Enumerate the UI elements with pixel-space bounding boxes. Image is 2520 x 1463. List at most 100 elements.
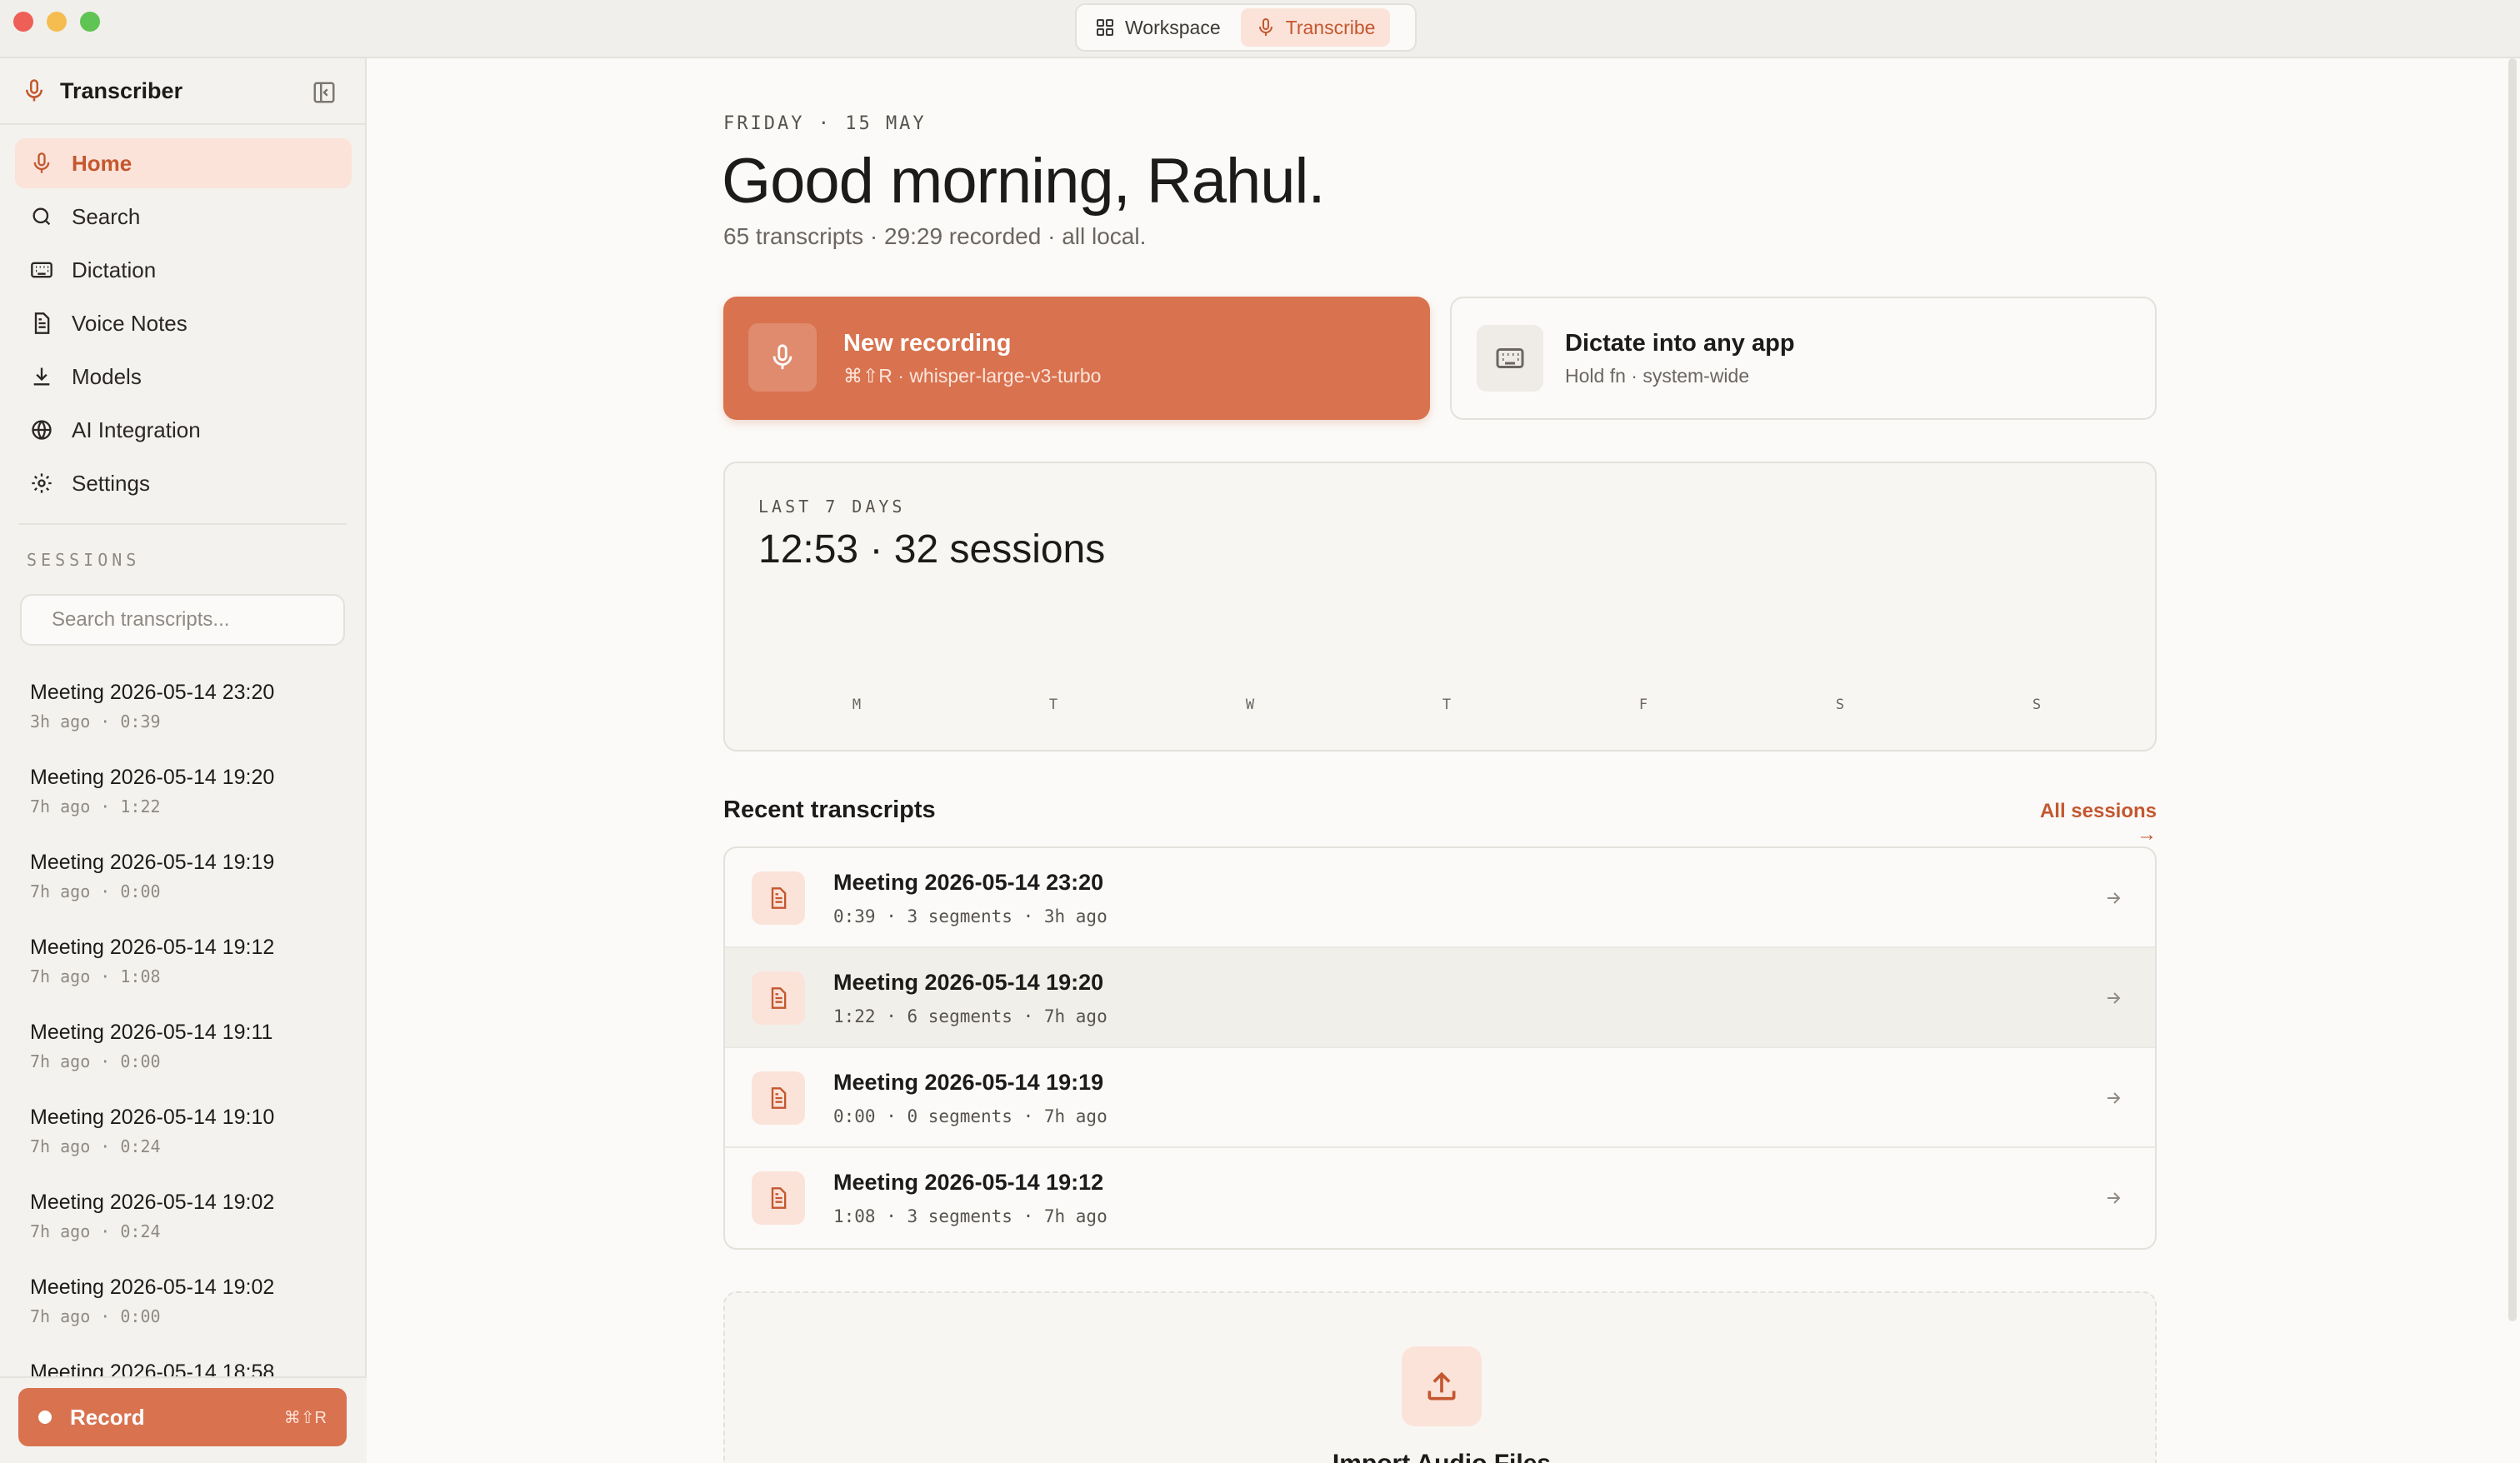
record-button[interactable]: Record ⌘⇧R [18,1388,347,1446]
sidebar-item-home[interactable]: Home [15,138,352,188]
keyboard-icon [31,262,52,278]
row-title: Meeting 2026-05-14 19:20 [833,970,1104,995]
session-meta: 7h ago · 0:24 [30,1221,161,1241]
day-column: W [1233,588,1267,713]
session-title: Meeting 2026-05-14 19:12 [30,936,275,959]
session-search-input[interactable] [20,594,345,646]
sidebar-item-label: Home [72,150,132,176]
day-column: S [1823,588,1857,713]
import-title: Import Audio Files [725,1450,2158,1463]
session-meta: 7h ago · 1:22 [30,796,161,816]
stats-summary: 65 transcripts · 29:29 recorded · all lo… [723,223,1147,249]
import-icon-box [1402,1346,1482,1426]
close-window-button[interactable] [13,12,33,32]
session-item[interactable]: Meeting 2026-05-14 23:20 3h ago · 0:39 [30,678,355,763]
session-title: Meeting 2026-05-14 19:11 [30,1021,273,1044]
tab-workspace-label: Workspace [1125,16,1221,38]
minimize-window-button[interactable] [47,12,67,32]
download-icon [33,367,50,386]
session-item[interactable]: Meeting 2026-05-14 19:11 7h ago · 0:00 [30,1018,355,1103]
sidebar-item-label: Search [72,203,141,229]
session-title: Meeting 2026-05-14 19:20 [30,766,275,789]
session-title: Meeting 2026-05-14 19:10 [30,1106,275,1129]
dictate-button[interactable]: Dictate into any app Hold fn · system-wi… [1450,297,2157,420]
date-label: FRIDAY · 15 MAY [723,113,927,134]
zoom-window-button[interactable] [80,12,100,32]
session-meta: 7h ago · 0:00 [30,1306,161,1326]
session-list: Meeting 2026-05-14 23:20 3h ago · 0:39 M… [30,678,355,1436]
sidebar-item-dictation[interactable]: Dictation [15,245,352,295]
weekly-activity-card: LAST 7 DAYS 12:53 · 32 sessions M T W T … [723,462,2157,751]
arrow-right-icon [2108,1192,2121,1204]
session-title: Meeting 2026-05-14 19:02 [30,1276,275,1299]
row-title: Meeting 2026-05-14 23:20 [833,870,1104,895]
tab-transcribe[interactable]: Transcribe [1240,8,1391,47]
session-item[interactable]: Meeting 2026-05-14 19:12 7h ago · 1:08 [30,933,355,1018]
document-icon [771,1087,787,1109]
session-item[interactable]: Meeting 2026-05-14 19:02 7h ago · 0:24 [30,1188,355,1273]
session-title: Meeting 2026-05-14 19:19 [30,851,275,874]
document-icon [771,887,787,909]
day-column: S [2020,588,2053,713]
sidebar-item-label: Models [72,363,142,389]
row-icon-box [752,971,805,1025]
row-icon-box [752,1071,805,1125]
tab-workspace[interactable]: Workspace [1080,8,1236,47]
recent-transcript-row[interactable]: Meeting 2026-05-14 19:20 1:22 · 6 segmen… [725,948,2155,1048]
import-audio-dropzone[interactable]: Import Audio Files [723,1291,2157,1463]
session-item[interactable]: Meeting 2026-05-14 19:20 7h ago · 1:22 [30,763,355,848]
new-recording-icon-box [748,323,817,392]
session-item[interactable]: Meeting 2026-05-14 19:10 7h ago · 0:24 [30,1103,355,1188]
main-scrollbar[interactable] [2508,58,2517,1321]
title-bar: Workspace Transcribe [0,0,2520,58]
session-meta: 7h ago · 0:00 [30,1051,161,1071]
session-title: Meeting 2026-05-14 23:20 [30,681,275,704]
mic-icon [772,344,792,370]
session-item[interactable]: Meeting 2026-05-14 19:19 7h ago · 0:00 [30,848,355,933]
app-window: Workspace Transcribe Transcriber Home Se… [0,0,2520,1463]
row-title: Meeting 2026-05-14 19:19 [833,1070,1104,1095]
sidebar-item-label: Voice Notes [72,310,188,336]
recent-transcripts-list: Meeting 2026-05-14 23:20 0:39 · 3 segmen… [723,846,2157,1250]
sidebar-item-search[interactable]: Search [15,192,352,242]
page-title: Good morning, Rahul. [722,146,1326,217]
all-sessions-link[interactable]: All sessions → [2023,800,2157,846]
record-shortcut: ⌘⇧R [283,1408,327,1427]
recent-transcript-row[interactable]: Meeting 2026-05-14 23:20 0:39 · 3 segmen… [725,848,2155,948]
dictate-icon-box [1477,325,1543,392]
sidebar-item-settings[interactable]: Settings [15,458,352,508]
sidebar-item-models[interactable]: Models [15,352,352,402]
grid-icon [1097,19,1113,36]
sidebar-item-voice-notes[interactable]: Voice Notes [15,298,352,348]
document-icon [34,312,50,334]
new-recording-title: New recording [843,330,1012,357]
sidebar-header: Transcriber [0,58,367,125]
day-label: S [1835,697,1845,713]
sidebar-footer: Record ⌘⇧R [0,1376,367,1463]
day-label: F [1638,697,1648,713]
sidebar-item-label: Dictation [72,257,157,282]
globe-icon [32,420,52,440]
mic-icon [26,79,42,102]
main-content: FRIDAY · 15 MAY Good morning, Rahul. 65 … [368,58,2520,1463]
recent-transcript-row[interactable]: Meeting 2026-05-14 19:12 1:08 · 3 segmen… [725,1148,2155,1248]
arrow-right-icon [2108,892,2121,904]
sidebar-item-ai-integration[interactable]: AI Integration [15,405,352,455]
day-label: T [1442,697,1452,713]
sidebar-toggle-icon[interactable] [312,80,337,105]
app-title: Transcriber [60,78,183,103]
arrow-right-icon [2108,1092,2121,1104]
day-column: T [1037,588,1070,713]
sidebar-nav: Home Search Dictation Voice Notes Models… [15,138,352,512]
recent-transcript-row[interactable]: Meeting 2026-05-14 19:19 0:00 · 0 segmen… [725,1048,2155,1148]
recent-transcripts-heading: Recent transcripts [723,796,936,823]
new-recording-button[interactable]: New recording ⌘⇧R · whisper-large-v3-tur… [723,297,1430,420]
record-dot-icon [38,1411,52,1424]
week-chart: M T W T F S S [758,588,2125,713]
search-icon [32,207,51,226]
session-item[interactable]: Meeting 2026-05-14 19:02 7h ago · 0:00 [30,1273,355,1358]
day-column: M [840,588,873,713]
day-label: S [2032,697,2042,713]
keyboard-icon [1496,348,1524,368]
dictate-subtitle: Hold fn · system-wide [1565,365,1750,387]
